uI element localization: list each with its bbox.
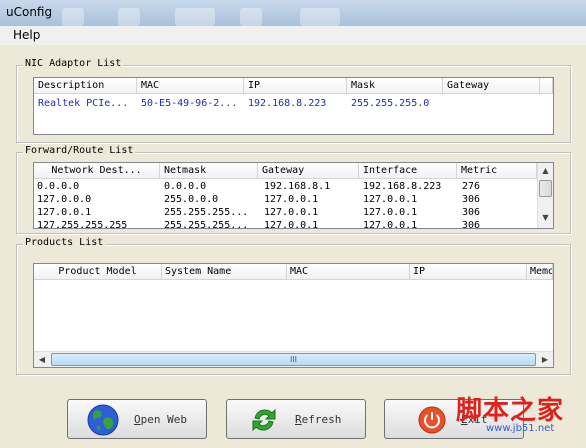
nic-col-mac[interactable]: MAC: [137, 78, 244, 94]
nic-col-gateway[interactable]: Gateway: [443, 78, 540, 94]
products-list[interactable]: Product Model System Name MAC IP Memo ◀ …: [33, 263, 554, 368]
route-col-netmask[interactable]: Netmask: [160, 163, 258, 179]
route-title: Forward/Route List: [23, 145, 136, 156]
route-cell: 127.0.0.1: [264, 207, 319, 218]
products-col-memo[interactable]: Memo: [527, 264, 553, 280]
route-cell: 127.0.0.1: [363, 194, 418, 205]
scroll-left-arrow-icon[interactable]: ◀: [34, 352, 50, 367]
products-col-ip[interactable]: IP: [410, 264, 527, 280]
nic-adaptor-list[interactable]: Description MAC IP Mask Gateway Realtek …: [33, 77, 554, 135]
refresh-label: Refresh: [295, 413, 342, 426]
scroll-up-arrow-icon[interactable]: ▲: [538, 163, 553, 179]
route-cell: 276: [462, 181, 481, 192]
nic-cell-description: Realtek PCIe...: [38, 98, 129, 109]
route-col-gateway[interactable]: Gateway: [258, 163, 359, 179]
scroll-down-arrow-icon[interactable]: ▼: [538, 210, 553, 226]
refresh-button[interactable]: Refresh: [226, 399, 366, 439]
power-icon: [418, 406, 446, 434]
menu-help[interactable]: Help: [10, 27, 43, 43]
nic-col-ip[interactable]: IP: [244, 78, 347, 94]
route-cell: 127.0.0.1: [363, 220, 418, 229]
nic-col-mask[interactable]: Mask: [347, 78, 443, 94]
globe-icon: [87, 404, 119, 436]
route-cell: 255.0.0.0: [164, 194, 219, 205]
nic-col-filler: [540, 78, 553, 94]
route-cell: 255.255.255...: [164, 220, 249, 229]
nic-adaptor-title: NIC Adaptor List: [23, 58, 124, 69]
route-list[interactable]: Network Dest... Netmask Gateway Interfac…: [33, 162, 554, 229]
route-cell: 127.0.0.1: [37, 207, 92, 218]
nic-cell-mac: 50-E5-49-96-2...: [141, 98, 238, 109]
route-cell: 0.0.0.0: [164, 181, 207, 192]
watermark-logo: 脚本之家: [456, 396, 565, 426]
route-vertical-scrollbar[interactable]: ▲ ▼: [537, 163, 553, 228]
products-horizontal-scrollbar[interactable]: ◀ III ▶: [34, 351, 553, 367]
refresh-icon: [252, 408, 276, 432]
products-title: Products List: [23, 237, 106, 248]
scroll-right-arrow-icon[interactable]: ▶: [537, 352, 553, 367]
route-cell: 127.0.0.1: [264, 220, 319, 229]
route-cell: 127.255.255.255: [37, 220, 128, 229]
nic-col-description[interactable]: Description: [34, 78, 137, 94]
watermark-url: www.jb51.net: [486, 423, 555, 434]
title-bar: uConfig: [0, 0, 586, 26]
products-col-system-name[interactable]: System Name: [162, 264, 287, 280]
nic-cell-mask: 255.255.255.0: [351, 98, 430, 109]
route-cell: 127.0.0.1: [264, 194, 319, 205]
open-web-label: Open Web: [134, 413, 187, 426]
route-cell: 306: [462, 220, 481, 229]
background-toolbar-ghost: [240, 8, 262, 26]
route-cell: 192.168.8.223: [363, 181, 442, 192]
route-cell: 192.168.8.1: [264, 181, 331, 192]
window-title: uConfig: [6, 5, 53, 19]
nic-cell-ip: 192.168.8.223: [248, 98, 327, 109]
route-cell: 306: [462, 207, 481, 218]
route-col-metric[interactable]: Metric: [457, 163, 537, 179]
products-col-mac[interactable]: MAC: [287, 264, 410, 280]
route-scroll-thumb[interactable]: [539, 180, 552, 197]
route-cell: 255.255.255...: [164, 207, 249, 218]
menu-bar: Help: [0, 26, 586, 46]
background-toolbar-ghost: [300, 8, 340, 26]
route-cell: 0.0.0.0: [37, 181, 80, 192]
products-scroll-thumb[interactable]: III: [51, 353, 536, 366]
background-toolbar-ghost: [118, 8, 140, 26]
route-cell: 306: [462, 194, 481, 205]
route-cell: 127.0.0.1: [363, 207, 418, 218]
route-cell: 127.0.0.0: [37, 194, 92, 205]
products-col-model[interactable]: Product Model: [34, 264, 162, 280]
background-toolbar-ghost: [175, 8, 215, 26]
background-toolbar-ghost: [62, 8, 84, 26]
open-web-button[interactable]: Open Web: [67, 399, 207, 439]
route-col-network-dest[interactable]: Network Dest...: [34, 163, 160, 179]
route-col-interface[interactable]: Interface: [359, 163, 457, 179]
